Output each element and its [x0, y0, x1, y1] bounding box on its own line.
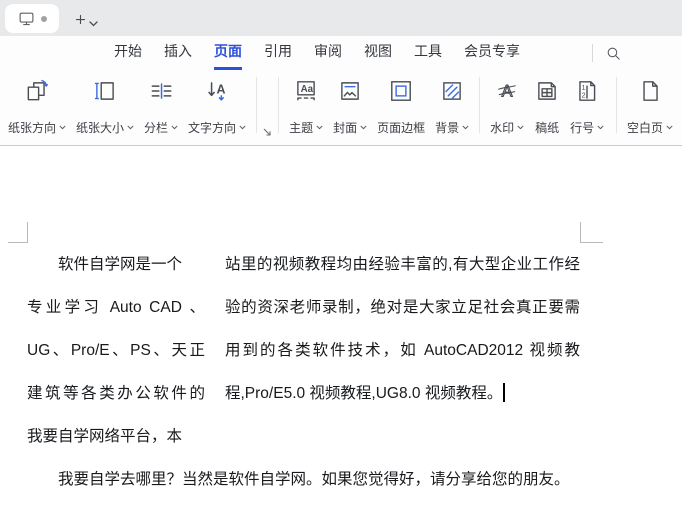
toolbar-separator [256, 77, 258, 133]
text-direction-button[interactable]: A 文字方向 [184, 75, 250, 137]
toolbar-button-label: 纸张方向 [8, 121, 57, 135]
chevron-down-icon [59, 125, 66, 130]
watermark-icon: A [494, 76, 520, 106]
text-line: 我要自学网络平台，本 [27, 428, 183, 445]
svg-text:2: 2 [582, 93, 586, 100]
tab-tools[interactable]: 工具 [403, 38, 453, 68]
text-line: 验的资深老师录制，绝对是大家立足社会真正要需 [225, 299, 580, 316]
chevron-down-icon [89, 21, 98, 27]
chevron-down-icon [239, 125, 246, 130]
tab-view[interactable]: 视图 [353, 38, 403, 68]
paper-size-icon [92, 76, 118, 106]
menubar-separator [592, 44, 593, 62]
tab-insert[interactable]: 插入 [153, 38, 203, 68]
text-column-right: 站里的视频教程均由经验丰富的,有大型企业工作经 验的资深老师录制，绝对是大家立足… [225, 243, 580, 458]
toolbar-button-label: 文字方向 [188, 121, 237, 135]
text-line: 站里的视频教程均由经验丰富的,有大型企业工作经 [225, 256, 580, 273]
blank-page-icon [637, 76, 663, 106]
toolbar-button-label: 分栏 [144, 121, 169, 135]
text-line: 用到的各类软件技术，如 AutoCAD2012 视频教 [225, 342, 580, 359]
monitor-icon [19, 12, 33, 26]
document-tab[interactable] [5, 4, 59, 33]
toolbar-button-label: 空白页 [626, 121, 663, 135]
document-tab-bar [0, 0, 682, 36]
toolbar-button-label: 水印 [490, 121, 515, 135]
background-button[interactable]: 背景 [431, 75, 473, 137]
line-number-button[interactable]: 1 2 行号 [566, 75, 608, 137]
modified-dot-icon [40, 15, 47, 22]
tab-review[interactable]: 审阅 [303, 38, 353, 68]
paper-size-button[interactable]: 纸张大小 [72, 75, 138, 137]
paper-orientation-icon [24, 76, 50, 106]
search-icon [607, 47, 620, 60]
tab-page[interactable]: 页面 [203, 38, 253, 70]
toolbar-button-label: 页面边框 [377, 121, 426, 135]
chevron-down-icon [462, 125, 469, 130]
toolbar-separator [479, 77, 481, 133]
chevron-down-icon [597, 125, 604, 130]
line-number-icon: 1 2 [574, 76, 600, 106]
text-line: UG、Pro/E、PS、天正 [27, 342, 205, 359]
ribbon-toolbar: 纸张方向 纸张大小 分栏 A 文字方向 Aa 主题 封面 页面边框 背景 A 水… [0, 68, 682, 146]
page-margin-corner-right [580, 222, 603, 243]
toolbar-separator [278, 77, 280, 133]
tab-references[interactable]: 引用 [253, 38, 303, 68]
tab-member[interactable]: 会员专享 [453, 38, 531, 68]
document-canvas[interactable]: 软件自学网是一个 专业学习 Auto CAD 、 UG、Pro/E、PS、天正 … [0, 146, 682, 531]
cover-page-button[interactable]: 封面 [329, 75, 371, 137]
background-icon [439, 76, 465, 106]
svg-text:A: A [217, 83, 226, 97]
text-cursor [503, 383, 505, 402]
text-direction-icon: A [204, 76, 230, 106]
toolbar-button-label: 行号 [570, 121, 595, 135]
chevron-down-icon [517, 125, 524, 130]
page-border-button[interactable]: 页面边框 [373, 75, 429, 137]
toolbar-button-label: 纸张大小 [76, 121, 125, 135]
toolbar-button-label: 稿纸 [535, 121, 560, 135]
two-column-section: 软件自学网是一个 专业学习 Auto CAD 、 UG、Pro/E、PS、天正 … [27, 243, 580, 458]
text-line: 专业学习 Auto CAD 、 [27, 299, 205, 316]
text-column-left: 软件自学网是一个 专业学习 Auto CAD 、 UG、Pro/E、PS、天正 … [27, 243, 205, 458]
tab-home[interactable]: 开始 [103, 38, 153, 68]
theme-icon: Aa [293, 76, 319, 106]
toolbar-separator [615, 77, 617, 133]
text-line: 建筑等各类办公软件的 [27, 385, 205, 402]
watermark-button[interactable]: A 水印 [486, 75, 528, 137]
chevron-down-icon [316, 125, 323, 130]
page-text: 软件自学网是一个 专业学习 Auto CAD 、 UG、Pro/E、PS、天正 … [27, 243, 580, 501]
search-button[interactable] [605, 45, 622, 62]
wps-writer-window: 开始 插入 页面 引用 审阅 视图 工具 会员专享 纸张方向 纸张大小 分栏 A… [0, 0, 682, 531]
text-line: 程,Pro/E5.0 视频教程,UG8.0 视频教程。 [225, 372, 580, 415]
new-tab-dropdown[interactable] [89, 14, 98, 32]
theme-button[interactable]: Aa 主题 [285, 75, 327, 137]
svg-text:A: A [502, 82, 513, 100]
chevron-down-icon [666, 125, 673, 130]
dialog-launcher-icon [263, 128, 271, 136]
columns-button[interactable]: 分栏 [140, 75, 182, 137]
plus-icon [75, 14, 85, 24]
manuscript-grid-icon [534, 76, 560, 106]
cover-page-icon [337, 76, 363, 106]
paper-orientation-button[interactable]: 纸张方向 [4, 75, 70, 137]
page-border-icon [388, 76, 414, 106]
page-setup-dialog-launcher[interactable] [263, 128, 272, 137]
closing-paragraph: 我要自学去哪里？当然是软件自学网。如果您觉得好，请分享给您的朋友。 [58, 471, 570, 488]
toolbar-right-group: 空白页 [611, 75, 678, 137]
manuscript-paper-button[interactable]: 稿纸 [530, 75, 564, 137]
menubar-right-group [592, 38, 622, 68]
chevron-down-icon [127, 125, 134, 130]
svg-text:Aa: Aa [301, 84, 314, 95]
chevron-down-icon [171, 125, 178, 130]
text-line-content: 程,Pro/E5.0 视频教程,UG8.0 视频教程。 [225, 385, 503, 402]
text-line: 软件自学网是一个 [58, 256, 183, 273]
chevron-down-icon [360, 125, 367, 130]
blank-page-button[interactable]: 空白页 [623, 75, 677, 137]
page-margin-corner-left [8, 222, 28, 243]
svg-text:1: 1 [582, 85, 586, 92]
columns-icon [148, 76, 174, 106]
toolbar-button-label: 主题 [289, 121, 314, 135]
toolbar-button-label: 封面 [333, 121, 358, 135]
toolbar-button-label: 背景 [435, 121, 460, 135]
ribbon-tab-bar: 开始 插入 页面 引用 审阅 视图 工具 会员专享 [0, 36, 682, 70]
